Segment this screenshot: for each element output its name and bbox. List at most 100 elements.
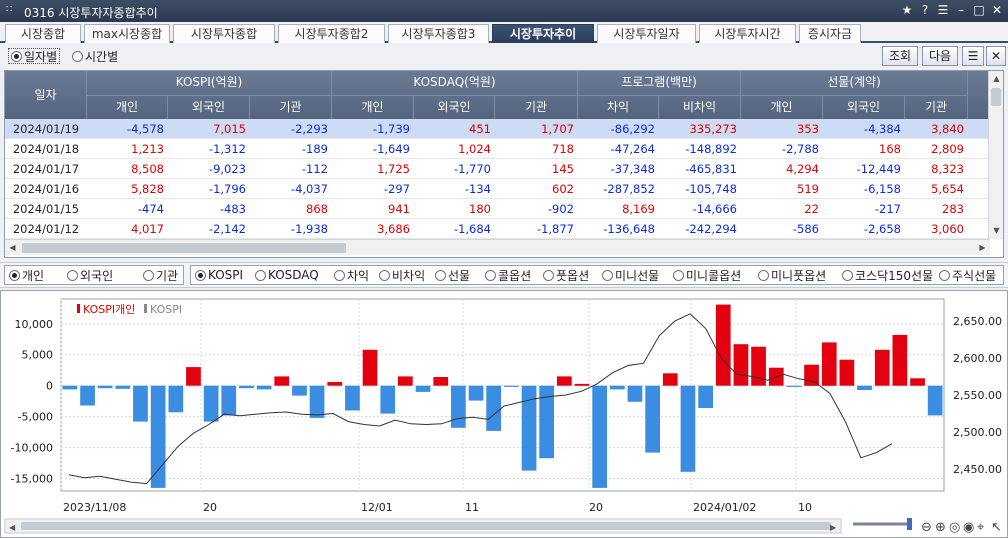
header-subcol: 외국인 — [823, 95, 905, 119]
header-subcol: 기관 — [250, 95, 332, 119]
table-cell: 2,809 — [931, 142, 964, 156]
y-right-tick: 2,550.00 — [953, 389, 1002, 402]
zoom-slider-handle[interactable] — [907, 518, 912, 530]
tab-8[interactable]: 증시자금 — [799, 24, 861, 43]
scroll-thumb[interactable] — [22, 243, 346, 253]
radio-by-time[interactable]: 시간별 — [72, 48, 118, 64]
table-cell: 8,169 — [622, 202, 655, 216]
minimize-icon[interactable]: – — [954, 2, 968, 19]
market-option-1[interactable]: KOSDAQ — [255, 267, 319, 283]
grid-menu-icon[interactable]: ∷ — [6, 5, 16, 15]
next-button[interactable]: 다음 — [922, 46, 958, 66]
market-option-8[interactable]: 미니콜옵션 — [673, 267, 741, 283]
radio-circle — [543, 269, 554, 281]
scroll-thumb[interactable] — [21, 522, 831, 530]
table-cell: 941 — [388, 202, 410, 216]
radio-label: 미니풋옵션 — [771, 268, 827, 283]
market-option-3[interactable]: 비차익 — [379, 267, 425, 283]
table-cell: 1,725 — [377, 162, 410, 176]
investor-option-1[interactable]: 외국인 — [67, 267, 113, 283]
market-option-0[interactable]: KOSPI — [195, 267, 243, 283]
close-panel-button[interactable]: ✕ — [986, 46, 1006, 66]
list-menu-button[interactable]: ☰ — [962, 46, 984, 66]
table-row[interactable]: 2024/01/16 5,828 -1,796 -4,037 -297 -134 602 -2… — [5, 179, 990, 199]
radio-by-date[interactable]: 일자별 — [8, 48, 61, 64]
table-cell: 1,707 — [541, 122, 574, 136]
tab-7[interactable]: 시장투자시간 — [699, 24, 796, 43]
table-cell: 283 — [942, 202, 964, 216]
market-option-7[interactable]: 미니선물 — [602, 267, 659, 283]
market-option-2[interactable]: 차익 — [334, 267, 369, 283]
pointer-icon[interactable]: ↖ — [991, 520, 1002, 535]
horizontal-scrollbar[interactable]: ◀ ▶ — [5, 239, 990, 255]
table-cell: 602 — [552, 182, 574, 196]
data-grid: 일자 KOSPI(억원) KOSDAQ(억원) 프로그램(백만) 선물(계약) 개인 외국인… — [4, 70, 1004, 258]
table-row[interactable]: 2024/01/15 -474 -483 868 941 180 -902 8,169 -14,… — [5, 199, 990, 219]
market-option-9[interactable]: 미니풋옵션 — [758, 267, 826, 283]
table-cell: -902 — [547, 202, 574, 216]
vertical-scrollbar[interactable]: ▲ ▼ — [988, 71, 1003, 239]
tab-6[interactable]: 시장투자일자 — [597, 24, 696, 43]
scroll-right-icon[interactable]: ▶ — [975, 240, 990, 256]
scroll-up-icon[interactable]: ▲ — [989, 71, 1003, 87]
scroll-left-icon[interactable]: ◀ — [9, 523, 16, 532]
scroll-left-icon[interactable]: ◀ — [5, 240, 20, 256]
maximize-icon[interactable]: □ — [972, 2, 986, 19]
scroll-thumb[interactable] — [991, 88, 1001, 106]
table-cell: -1,938 — [290, 222, 328, 236]
bar — [910, 378, 925, 386]
market-option-6[interactable]: 풋옵션 — [543, 267, 589, 283]
market-option-10[interactable]: 코스닥150선물 — [842, 267, 933, 283]
settings-icon[interactable]: ☰ — [936, 2, 950, 19]
cell-date: 2024/01/18 — [12, 142, 80, 156]
radio-label: 미니선물 — [615, 268, 660, 283]
header-subcol: 비차익 — [659, 95, 741, 119]
close-icon[interactable]: ✕ — [990, 2, 1004, 19]
y-left-tick: 0 — [46, 380, 53, 393]
cell-date: 2024/01/12 — [12, 222, 80, 236]
zoom-fit-icon[interactable]: ◎ — [949, 520, 960, 535]
market-option-4[interactable]: 선물 — [435, 267, 470, 283]
tab-2[interactable]: 시장투자종합 — [173, 24, 275, 43]
table-cell: -37,348 — [610, 162, 655, 176]
bar — [97, 385, 113, 389]
table-row[interactable]: 2024/01/18 1,213 -1,312 -189 -1,649 1,024 718 -… — [5, 139, 990, 159]
help-icon[interactable]: ? — [918, 2, 932, 19]
tab-1[interactable]: max시장종합 — [84, 24, 170, 43]
market-option-5[interactable]: 콜옵션 — [485, 267, 531, 283]
tab-5[interactable]: 시장투자추이 — [492, 24, 594, 43]
header-date: 일자 — [5, 71, 87, 119]
table-cell: 353 — [797, 122, 819, 136]
investor-option-2[interactable]: 기관 — [143, 267, 178, 283]
zoom-out-icon[interactable]: ⊖ — [921, 520, 932, 535]
header-group: KOSPI(억원) — [87, 71, 332, 95]
radio-label: 미니콜옵션 — [686, 268, 742, 283]
tab-0[interactable]: 시장종합 — [5, 24, 81, 43]
bar — [892, 334, 908, 386]
radio-circle — [11, 50, 22, 62]
radio-circle — [842, 269, 853, 281]
table-cell: 335,273 — [689, 122, 737, 136]
bar — [150, 385, 166, 488]
table-row[interactable]: 2024/01/17 8,508 -9,023 -112 1,725 -1,770 145 -… — [5, 159, 990, 179]
market-option-11[interactable]: 주식선물 — [939, 267, 996, 283]
table-row[interactable]: 2024/01/12 4,017 -2,142 -1,938 3,686 -1,684 -1… — [5, 219, 990, 239]
table-row[interactable]: 2024/01/19 -4,578 7,015 -2,293 -1,739 451 1,70… — [5, 119, 990, 139]
pin-icon[interactable]: ★ — [900, 2, 914, 19]
zoom-range-icon[interactable]: ◉ — [963, 520, 974, 535]
radio-circle — [143, 269, 154, 281]
crosshair-icon[interactable]: ⌖ — [977, 520, 985, 535]
radio-label: 일자별 — [24, 49, 58, 64]
tab-3[interactable]: 시장투자종합2 — [278, 24, 385, 43]
query-button[interactable]: 조회 — [882, 46, 918, 66]
table-cell: -134 — [464, 182, 491, 196]
tab-4[interactable]: 시장투자종합3 — [388, 24, 489, 43]
zoom-in-icon[interactable]: ⊕ — [935, 520, 946, 535]
investor-option-0[interactable]: 개인 — [9, 267, 44, 283]
radio-circle — [255, 269, 266, 281]
scroll-down-icon[interactable]: ▼ — [989, 223, 1003, 239]
radio-label: 차익 — [347, 268, 370, 283]
scroll-right-icon[interactable]: ▶ — [830, 523, 837, 532]
bar — [221, 385, 237, 416]
table-cell: 8,508 — [131, 162, 164, 176]
